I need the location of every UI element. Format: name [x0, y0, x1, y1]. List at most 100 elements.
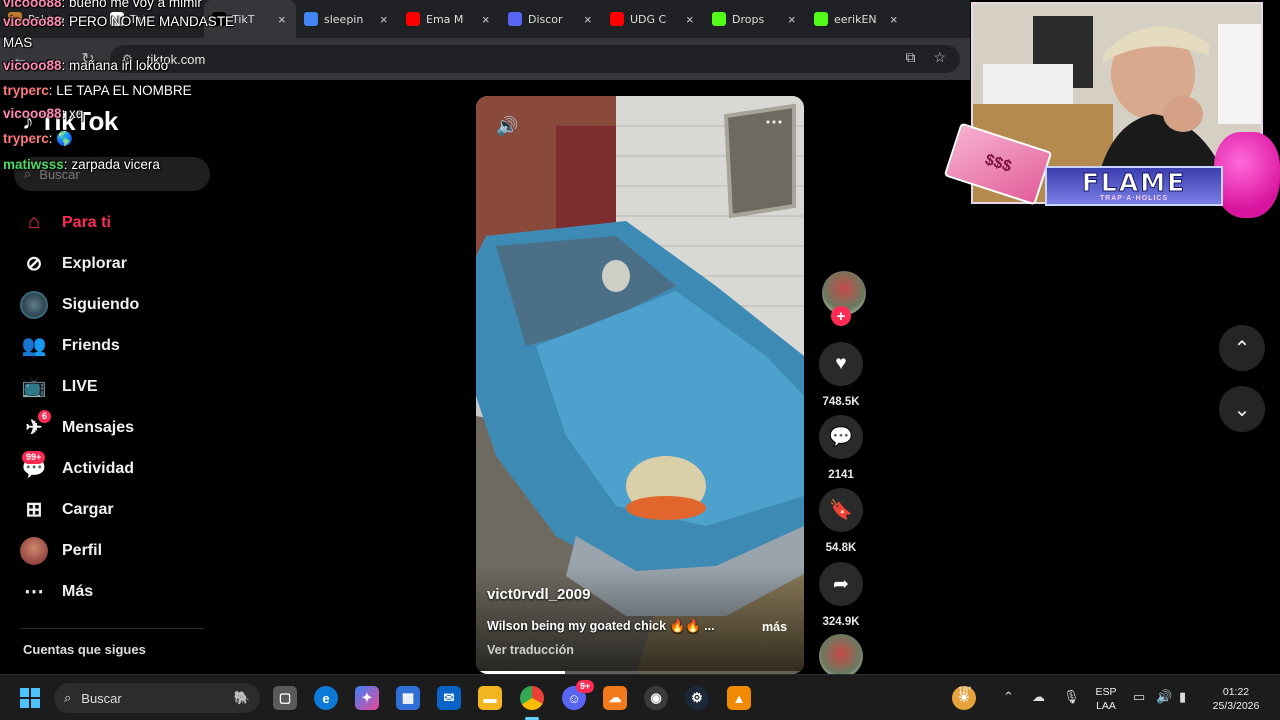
pink-figure-sticker: [1214, 132, 1280, 218]
sidebar-item-m-s[interactable]: ⋯ Más: [20, 571, 220, 612]
tab-label: UDG C: [630, 12, 667, 26]
live-tv-icon: 📺: [21, 376, 47, 398]
like-action[interactable]: ♥ 748.5K: [819, 342, 863, 408]
next-video-button[interactable]: ⌄: [1219, 386, 1265, 432]
sidebar-item-label: Más: [62, 582, 94, 600]
chrome-icon[interactable]: [520, 686, 544, 710]
task-view-icon[interactable]: ▢: [273, 686, 297, 710]
comment-icon[interactable]: 💬: [819, 415, 863, 459]
sidebar-item-label: Actividad: [62, 459, 135, 477]
sidebar-item-cargar[interactable]: ⊞ Cargar: [20, 489, 220, 530]
cloud-off-icon[interactable]: ☁: [1032, 689, 1045, 705]
sidebar-item-explorar[interactable]: ⊘ Explorar: [20, 243, 220, 284]
like-count: 748.5K: [822, 396, 860, 408]
tab-close-icon[interactable]: ×: [890, 12, 900, 27]
chat-text: mañana irl lokoo: [69, 58, 169, 73]
tab-label: eerikEN: [834, 12, 877, 26]
heart-icon[interactable]: ♥: [819, 342, 863, 386]
caption-more-button[interactable]: más: [762, 620, 787, 634]
browser-tab[interactable]: eerikEN ×: [806, 0, 908, 38]
soundcloud-icon[interactable]: ☁: [603, 686, 627, 710]
chat-message: vicooo88: PERO NO ME MANDASTE: [3, 13, 234, 31]
language-indicator[interactable]: ESP LAA: [1094, 685, 1118, 713]
tab-favicon-icon: [814, 12, 828, 26]
chat-message: vicooo88: mañana irl lokoo: [3, 57, 168, 75]
taskbar-search[interactable]: ⌕ Buscar 🐘: [54, 683, 260, 713]
chat-separator: :: [61, 106, 70, 121]
discord-icon[interactable]: ☺ 9+: [562, 680, 595, 710]
tab-label: TikT: [232, 12, 255, 26]
chat-username: tryperc: [3, 131, 49, 146]
browser-tab[interactable]: Ema M ×: [398, 0, 500, 38]
chat-separator: :: [61, 14, 70, 29]
install-app-icon[interactable]: ⧉: [905, 49, 915, 66]
comment-action[interactable]: 💬 2141: [819, 415, 863, 481]
vlc-icon[interactable]: ▲: [727, 686, 751, 710]
tab-close-icon[interactable]: ×: [584, 12, 594, 27]
see-translation-button[interactable]: Ver traducción: [487, 643, 574, 657]
sidebar-item-para-ti[interactable]: ⌂ Para ti: [20, 202, 220, 243]
tab-close-icon[interactable]: ×: [482, 12, 492, 27]
video-author[interactable]: vict0rvdl_2009: [487, 586, 590, 603]
sidebar-item-perfil[interactable]: Perfil: [20, 530, 220, 571]
more-options-icon[interactable]: ⋯: [765, 112, 784, 133]
edge-icon[interactable]: e: [314, 686, 338, 710]
sidebar-item-mensajes[interactable]: ✈ 6 Mensajes: [20, 407, 220, 448]
tab-label: Discor: [528, 12, 563, 26]
battery-icon[interactable]: ▮: [1179, 689, 1186, 705]
video-player[interactable]: 🔊 ⋯ vict0rvdl_2009 Wilson being my goate…: [476, 96, 804, 674]
sidebar-item-siguiendo[interactable]: Siguiendo: [20, 284, 220, 325]
screen: Paldea × Tok × TikT × sleepin × Ema M × Discor × UDG…: [0, 0, 1280, 720]
file-explorer-icon[interactable]: ▬: [478, 686, 502, 710]
address-bar[interactable]: ⚙ tiktok.com ⧉ ☆: [110, 45, 960, 73]
browser-tab[interactable]: Discor ×: [500, 0, 602, 38]
tab-close-icon[interactable]: ×: [278, 12, 288, 27]
chat-text: xq: [69, 106, 84, 121]
chat-message: tryperc: LE TAPA EL NOMBRE: [3, 82, 192, 100]
browser-tab[interactable]: UDG C ×: [602, 0, 704, 38]
save-action[interactable]: 🔖 54.8K: [819, 488, 863, 554]
volume-icon[interactable]: 🔊: [496, 116, 518, 137]
tab-label: sleepin: [324, 12, 364, 26]
chevron-up-icon[interactable]: ⌃: [1003, 689, 1014, 705]
home-icon: ⌂: [27, 211, 41, 233]
language-line1: ESP: [1095, 686, 1117, 698]
sidebar-item-actividad[interactable]: 💬 99+ Actividad: [20, 448, 220, 489]
bookmark-star-icon[interactable]: ☆: [933, 49, 946, 66]
following-accounts-heading: Cuentas que sigues: [23, 642, 146, 657]
tab-label: Drops: [732, 12, 765, 26]
windows-start-icon[interactable]: [18, 686, 42, 710]
display-icon[interactable]: ▭: [1133, 689, 1145, 705]
sidebar-nav: ⌂ Para ti ⊘ Explorar Siguiendo 👥 Friends 📺 LIVE ✈…: [20, 202, 220, 612]
bookmark-icon[interactable]: 🔖: [819, 488, 863, 532]
previous-video-button[interactable]: ⌃: [1219, 325, 1265, 371]
mail-icon[interactable]: ✉: [437, 686, 461, 710]
share-action[interactable]: ➦ 324.9K: [819, 562, 863, 628]
store-icon[interactable]: ▦: [396, 686, 420, 710]
sidebar-item-label: Explorar: [62, 254, 127, 272]
tab-close-icon[interactable]: ×: [380, 12, 390, 27]
chat-text: 🌎: [56, 131, 74, 146]
browser-tab[interactable]: Drops ×: [704, 0, 806, 38]
tab-close-icon[interactable]: ×: [686, 12, 696, 27]
steam-icon[interactable]: ⚙: [685, 686, 709, 710]
share-count: 324.9K: [822, 616, 860, 628]
music-disc-icon[interactable]: [819, 634, 863, 678]
chat-username: vicooo88: [3, 58, 62, 73]
save-count: 54.8K: [825, 542, 857, 554]
sidebar-item-live[interactable]: 📺 LIVE: [20, 366, 220, 407]
volume-icon[interactable]: 🔊: [1156, 689, 1172, 705]
obs-icon[interactable]: ◉: [644, 686, 668, 710]
copilot-icon[interactable]: ✦: [355, 686, 379, 710]
microphone-icon[interactable]: 🎙: [1063, 689, 1080, 705]
tab-close-icon[interactable]: ×: [788, 12, 798, 27]
weather-temp: 18°: [958, 685, 972, 695]
chat-message: vicooo88: bueno me voy a mimir: [3, 0, 202, 12]
clock[interactable]: 01:22 25/3/2026: [1204, 685, 1268, 713]
follow-plus-button[interactable]: +: [831, 306, 851, 326]
share-icon[interactable]: ➦: [819, 562, 863, 606]
sidebar-item-friends[interactable]: 👥 Friends: [20, 325, 220, 366]
sidebar-item-label: Mensajes: [62, 418, 135, 436]
browser-tab[interactable]: sleepin ×: [296, 0, 398, 38]
chat-username: tryperc: [3, 83, 49, 98]
